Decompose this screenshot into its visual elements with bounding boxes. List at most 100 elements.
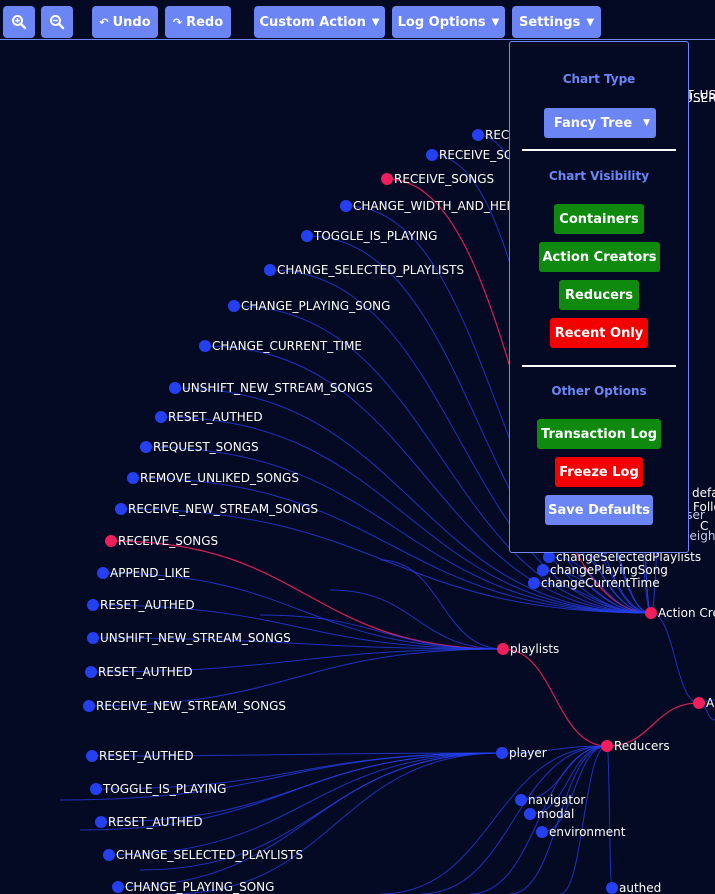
player-action-reset-authed-2-node[interactable] xyxy=(95,816,107,828)
hub-navigator-node[interactable] xyxy=(515,794,527,806)
action-receive-new-stream-songs-15-label: RECEIVE_NEW_STREAM_SONGS xyxy=(128,502,318,516)
zoom-out-button[interactable] xyxy=(41,6,73,38)
playlists-action-reset-authed-4-node[interactable] xyxy=(85,666,97,678)
player-action-reset-authed-0-label: RESET_AUTHED xyxy=(99,749,194,763)
edge-label-defa: defa xyxy=(692,486,715,500)
playlists-action-unshift-new-stream-songs-3-node[interactable] xyxy=(87,632,99,644)
zoom-in-button[interactable] xyxy=(3,6,35,38)
graph-link xyxy=(606,745,613,889)
hub-modal-node[interactable] xyxy=(524,808,536,820)
hub-authed-label: authed xyxy=(619,881,661,894)
toolbar: ↶ Undo ↷ Redo Custom Action ▼ Log Option… xyxy=(0,0,715,40)
action-change-width-and-height-6-node[interactable] xyxy=(340,200,352,212)
action-receive-songs-5-node[interactable] xyxy=(381,173,393,185)
action-reset-authed-12-node[interactable] xyxy=(155,411,167,423)
player-action-change-selected-playlists-3-node[interactable] xyxy=(103,849,115,861)
action-receive-song-4-node[interactable] xyxy=(426,149,438,161)
playlists-action-reset-authed-4-label: RESET_AUTHED xyxy=(98,665,193,679)
playlists-action-reset-authed-2-node[interactable] xyxy=(87,599,99,611)
hub-environment-label: environment xyxy=(549,825,626,839)
player-action-reset-authed-0-node[interactable] xyxy=(86,750,98,762)
action-request-songs-13-node[interactable] xyxy=(140,441,152,453)
graph-link-active xyxy=(502,648,608,747)
hub-action-creators-label: Action Crea xyxy=(658,606,715,620)
chart-type-heading: Chart Type xyxy=(562,72,636,86)
playlists-action-receive-songs-0-node[interactable] xyxy=(105,535,117,547)
chart-type-value: Fancy Tree xyxy=(553,115,633,131)
hub-api-label: AP xyxy=(706,696,715,710)
chevron-down-icon: ▼ xyxy=(643,118,650,128)
settings-label: Settings xyxy=(518,14,581,30)
hub-player-node[interactable] xyxy=(496,747,508,759)
action-change-playing-song-9-node[interactable] xyxy=(228,300,240,312)
edge-label-c: C xyxy=(700,519,708,533)
chart-visibility-heading: Chart Visibility xyxy=(548,169,650,183)
action-unshift-new-stream-songs-11-label: UNSHIFT_NEW_STREAM_SONGS xyxy=(182,381,373,395)
freeze-log-toggle-button[interactable]: Freeze Log xyxy=(555,457,643,487)
graph-link xyxy=(169,752,503,894)
creator-changecurrenttime-label: changeCurrentTime xyxy=(541,576,660,590)
playlists-action-append-like-1-label: APPEND_LIKE xyxy=(110,566,190,580)
hub-modal-label: modal xyxy=(537,807,574,821)
playlists-action-receive-new-stream-songs-5-label: RECEIVE_NEW_STREAM_SONGS xyxy=(96,699,286,713)
hub-playlists-node[interactable] xyxy=(497,643,509,655)
player-action-toggle-is-playing-1-node[interactable] xyxy=(90,783,102,795)
action-change-selected-playlists-8-label: CHANGE_SELECTED_PLAYLISTS xyxy=(277,263,464,277)
action-change-current-time-10-node[interactable] xyxy=(199,340,211,352)
log-options-label: Log Options xyxy=(397,14,486,30)
hub-navigator-label: navigator xyxy=(528,793,585,807)
zoom-out-icon xyxy=(50,15,65,30)
settings-panel: Chart Type Fancy Tree ▼ Chart Visibility… xyxy=(509,41,689,553)
chevron-down-icon: ▼ xyxy=(371,16,380,28)
undo-label: Undo xyxy=(112,14,151,30)
save-defaults-button[interactable]: Save Defaults xyxy=(545,495,653,525)
undo-icon: ↶ xyxy=(99,15,109,29)
action-reset-authed-12-label: RESET_AUTHED xyxy=(168,410,263,424)
playlists-action-receive-new-stream-songs-5-node[interactable] xyxy=(83,700,95,712)
action-creators-toggle-button[interactable]: Action Creators xyxy=(539,242,660,272)
log-options-dropdown[interactable]: Log Options ▼ xyxy=(392,6,505,38)
hub-api-node[interactable] xyxy=(693,697,705,709)
chart-type-select[interactable]: Fancy Tree ▼ xyxy=(544,108,656,138)
playlists-action-reset-authed-2-label: RESET_AUTHED xyxy=(100,598,195,612)
action-remove-unliked-songs-14-label: REMOVE_UNLIKED_SONGS xyxy=(140,471,299,485)
containers-toggle-button[interactable]: Containers xyxy=(554,204,644,234)
hub-action-creators-node[interactable] xyxy=(645,607,657,619)
hub-environment-node[interactable] xyxy=(536,826,548,838)
action-change-selected-playlists-8-node[interactable] xyxy=(264,264,276,276)
settings-dropdown[interactable]: Settings ▼ xyxy=(512,6,601,38)
hub-reducers-node[interactable] xyxy=(601,740,613,752)
creator-changeplayingsong-node[interactable] xyxy=(537,564,549,576)
redo-button[interactable]: ↷ Redo xyxy=(165,6,231,38)
playlists-action-receive-songs-0-label: RECEIVE_SONGS xyxy=(118,534,218,548)
reducers-toggle-button[interactable]: Reducers xyxy=(559,280,639,310)
redo-icon: ↷ xyxy=(172,15,183,29)
action-receive-us-3-node[interactable] xyxy=(472,129,484,141)
creator-changecurrenttime-node[interactable] xyxy=(528,577,540,589)
custom-action-label: Custom Action xyxy=(259,14,366,30)
player-action-change-selected-playlists-3-label: CHANGE_SELECTED_PLAYLISTS xyxy=(116,848,303,862)
custom-action-dropdown[interactable]: Custom Action ▼ xyxy=(254,6,385,38)
action-change-current-time-10-label: CHANGE_CURRENT_TIME xyxy=(212,339,362,353)
playlists-action-append-like-1-node[interactable] xyxy=(97,567,109,579)
playlists-action-unshift-new-stream-songs-3-label: UNSHIFT_NEW_STREAM_SONGS xyxy=(100,631,291,645)
hub-authed-node[interactable] xyxy=(606,882,618,894)
action-receive-songs-5-label: RECEIVE_SONGS xyxy=(394,172,494,186)
action-remove-unliked-songs-14-node[interactable] xyxy=(127,472,139,484)
action-toggle-is-playing-7-node[interactable] xyxy=(301,230,313,242)
player-action-change-playing-song-4-node[interactable] xyxy=(112,881,124,893)
undo-button[interactable]: ↶ Undo xyxy=(92,6,158,38)
action-unshift-new-stream-songs-11-node[interactable] xyxy=(169,382,181,394)
transaction-log-toggle-button[interactable]: Transaction Log xyxy=(537,419,661,449)
player-action-change-playing-song-4-label: CHANGE_PLAYING_SONG xyxy=(125,880,274,894)
recent-only-toggle-button[interactable]: Recent Only xyxy=(550,318,648,348)
player-action-reset-authed-2-label: RESET_AUTHED xyxy=(108,815,203,829)
graph-link xyxy=(650,612,700,704)
redo-label: Redo xyxy=(186,14,224,30)
action-receive-new-stream-songs-15-node[interactable] xyxy=(115,503,127,515)
action-request-songs-13-label: REQUEST_SONGS xyxy=(153,440,259,454)
section-divider xyxy=(522,149,676,151)
creator-changeplayingsong-label: changePlayingSong xyxy=(550,563,668,577)
hub-reducers-label: Reducers xyxy=(614,739,670,753)
chevron-down-icon: ▼ xyxy=(586,16,595,28)
